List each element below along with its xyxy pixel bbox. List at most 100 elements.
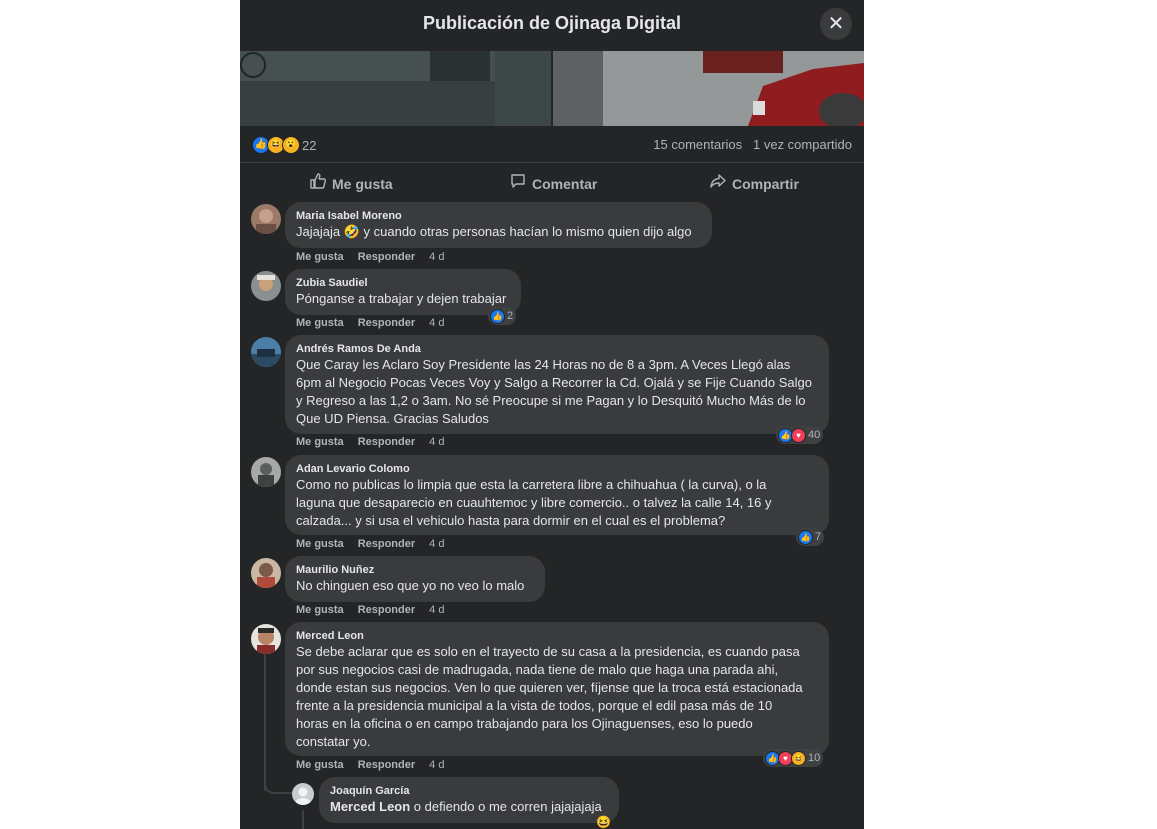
comment-author[interactable]: Zubia Saudiel: [296, 276, 509, 290]
comment-reply-link[interactable]: Responder: [358, 538, 415, 550]
comment-bubble: Merced Leon Se debe aclarar que es solo …: [285, 622, 829, 756]
reaction-count: 40: [808, 429, 821, 441]
reply-bubble: Joaquín García Merced Leon o defiendo o …: [319, 777, 619, 823]
comment-author[interactable]: Maurilio Nuñez: [296, 563, 533, 577]
reply-author[interactable]: Joaquín García: [330, 784, 607, 798]
comment-like-link[interactable]: Me gusta: [296, 436, 344, 448]
comment-meta: Me gusta Responder 4 d: [296, 317, 458, 329]
shares-count[interactable]: 1 vez compartido: [753, 137, 852, 152]
love-icon: ♥: [791, 427, 806, 443]
comment-time[interactable]: 4 d: [429, 604, 444, 616]
comment-time[interactable]: 4 d: [429, 317, 444, 329]
comment-text: Pónganse a trabajar y dejen trabajar: [296, 291, 507, 306]
avatar[interactable]: [251, 558, 281, 588]
comment-line: Que UD Piensa. Gracias Saludos: [296, 411, 489, 426]
dialog-header: Publicación de Ojinaga Digital ✕: [240, 0, 864, 50]
comment-text: Como no publicas lo limpia que esta la c…: [296, 476, 817, 530]
comment-meta: Me gusta Responder 4 d: [296, 604, 458, 616]
mention-link[interactable]: Merced Leon: [330, 799, 410, 814]
comment-reply-link[interactable]: Responder: [358, 317, 415, 329]
comment-like-link[interactable]: Me gusta: [296, 251, 344, 263]
comment-reactions[interactable]: 👍 7: [796, 528, 825, 546]
thumbs-up-icon: [309, 173, 327, 192]
comment-share-stats: 15 comentarios 1 vez compartido: [653, 137, 852, 152]
comment-text: No chinguen eso que yo no veo lo malo: [296, 578, 525, 593]
comment-reply-link[interactable]: Responder: [358, 759, 415, 771]
like-button[interactable]: Me gusta: [309, 173, 393, 192]
comment-line: por sus negocios casi de madrugada, nada…: [296, 662, 779, 677]
comment-button[interactable]: Comentar: [509, 173, 597, 192]
comments-count[interactable]: 15 comentarios: [653, 137, 742, 152]
comment-line: laguna que desaparecio en cuauhtemoc y l…: [296, 495, 772, 510]
comment-line: 6pm al Negocio Pocas Veces Voy y Salgo a…: [296, 375, 812, 390]
comment-line: constatar yo.: [296, 734, 371, 749]
comment-author[interactable]: Merced Leon: [296, 629, 817, 643]
comment-reactions[interactable]: 👍 2: [488, 307, 517, 325]
comment-text: Se debe aclarar que es solo en el trayec…: [296, 643, 817, 751]
comment-line: Se debe aclarar que es solo en el trayec…: [296, 644, 800, 659]
comment-author[interactable]: Adan Levario Colomo: [296, 462, 817, 476]
comment-time[interactable]: 4 d: [429, 538, 444, 550]
thread-connector: [264, 653, 266, 791]
comment-reactions[interactable]: 👍 ♥ 😆 10: [763, 749, 824, 767]
comment-like-link[interactable]: Me gusta: [296, 759, 344, 771]
comment-line: donde estan sus negocios. Ven lo que qui…: [296, 680, 803, 695]
reply-thread-connector: [302, 810, 304, 829]
avatar[interactable]: [292, 783, 314, 805]
avatar[interactable]: [251, 457, 281, 487]
comment-reply-link[interactable]: Responder: [358, 436, 415, 448]
post-actions: Me gusta Comentar Compartir: [240, 163, 864, 199]
comment-author[interactable]: Maria Isabel Moreno: [296, 209, 700, 223]
comment-meta: Me gusta Responder 4 d: [296, 538, 458, 550]
wow-icon: 😮: [282, 136, 300, 154]
comment-bubble: Maria Isabel Moreno Jajajaja 🤣 y cuando …: [285, 202, 712, 248]
comment-line: frente a la presidencia municipal a la v…: [296, 698, 773, 713]
reaction-count: 2: [507, 310, 514, 322]
comment-bubble: Zubia Saudiel Pónganse a trabajar y deje…: [285, 269, 521, 315]
photo-right-art: [553, 51, 864, 126]
comment-line: calzada... y si usa el vehiculo hasta pa…: [296, 513, 726, 528]
rofl-emoji-icon: 🤣: [343, 224, 360, 239]
share-button-label: Compartir: [732, 176, 799, 192]
reaction-count[interactable]: 22: [302, 138, 316, 153]
comment-line: y Regreso a las 1,2 o 3am. No sé Preocup…: [296, 393, 806, 408]
post-dialog: Publicación de Ojinaga Digital ✕ 👍 😆 😮 22 …: [240, 0, 864, 829]
comment-text: Jajajaja 🤣 y cuando otras personas hacía…: [296, 223, 700, 241]
avatar[interactable]: [251, 337, 281, 367]
comment-bubble: Adan Levario Colomo Como no publicas lo …: [285, 455, 829, 535]
post-photo-right[interactable]: [553, 51, 864, 126]
share-icon: [709, 173, 727, 192]
comment-time[interactable]: 4 d: [429, 759, 444, 771]
comment-reply-link[interactable]: Responder: [358, 251, 415, 263]
comment-meta: Me gusta Responder 4 d: [296, 436, 458, 448]
reply-text: Merced Leon o defiendo o me corren jajaj…: [330, 798, 607, 816]
comment-line: Que Caray les Aclaro Soy Presidente las …: [296, 357, 791, 372]
comment-time[interactable]: 4 d: [429, 436, 444, 448]
comment-like-link[interactable]: Me gusta: [296, 317, 344, 329]
comment-text-part: Jajajaja: [296, 224, 341, 239]
comment-author[interactable]: Andrés Ramos De Anda: [296, 342, 817, 356]
comment-meta: Me gusta Responder 4 d: [296, 251, 458, 263]
share-button[interactable]: Compartir: [709, 173, 799, 192]
avatar[interactable]: [251, 624, 281, 654]
comment-button-label: Comentar: [532, 176, 598, 192]
comment-like-link[interactable]: Me gusta: [296, 604, 344, 616]
post-photo-left[interactable]: [240, 51, 551, 126]
dialog-title: Publicación de Ojinaga Digital: [422, 13, 682, 33]
comment-time[interactable]: 4 d: [429, 251, 444, 263]
avatar[interactable]: [251, 204, 281, 234]
avatar[interactable]: [251, 271, 281, 301]
close-icon[interactable]: ✕: [820, 8, 852, 40]
comment-reply-link[interactable]: Responder: [358, 604, 415, 616]
comment-like-link[interactable]: Me gusta: [296, 538, 344, 550]
comment-reactions[interactable]: 👍 ♥ 40: [776, 426, 824, 444]
comment-bubble: Andrés Ramos De Anda Que Caray les Aclar…: [285, 335, 829, 434]
comment-bubble: Maurilio Nuñez No chinguen eso que yo no…: [285, 556, 545, 602]
comment-text-part: y cuando otras personas hacían lo mismo …: [359, 224, 692, 239]
post-reactions[interactable]: 👍 😆 😮: [252, 136, 300, 154]
like-icon: 👍: [490, 308, 505, 324]
comment-line: horas en la oficina o en campo trabajand…: [296, 716, 753, 731]
comment-meta: Me gusta Responder 4 d: [296, 759, 458, 771]
haha-icon: 😆: [791, 750, 806, 766]
comment-icon: [509, 173, 527, 192]
